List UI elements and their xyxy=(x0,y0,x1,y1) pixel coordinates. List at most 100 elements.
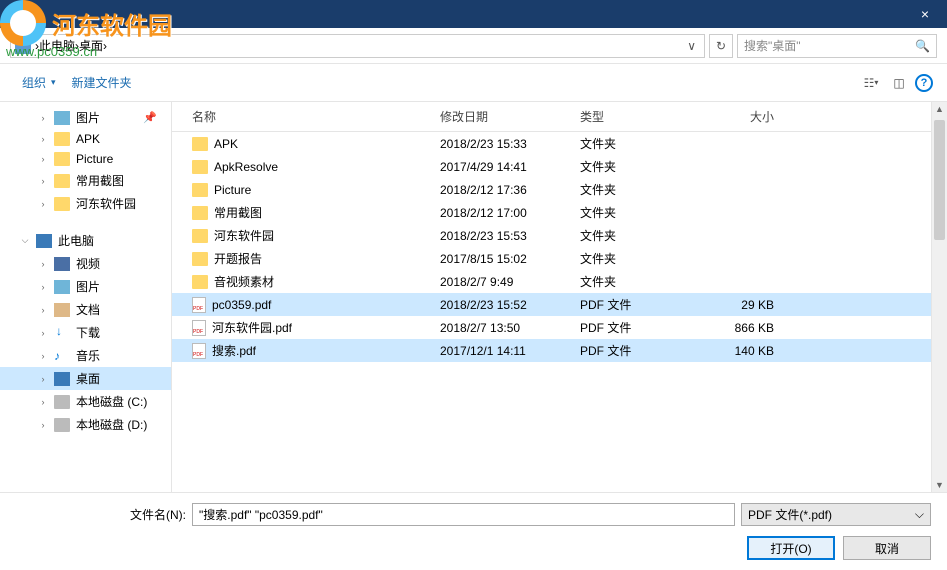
folder-icon xyxy=(54,174,70,188)
sidebar: ›图片📌›APK›Picture›常用截图›河东软件园⌵此电脑›视频›图片›文档… xyxy=(0,102,172,492)
folder-icon xyxy=(192,137,208,151)
file-type: 文件夹 xyxy=(572,181,682,198)
scroll-down-icon[interactable]: ▼ xyxy=(932,480,947,490)
search-input[interactable]: 搜索"桌面" 🔍 xyxy=(737,34,937,58)
expand-icon[interactable]: › xyxy=(38,154,48,164)
file-row[interactable]: 开题报告2017/8/15 15:02文件夹 xyxy=(172,247,931,270)
expand-icon[interactable]: › xyxy=(38,328,48,338)
pdf-icon xyxy=(192,297,206,313)
sidebar-item-此电脑[interactable]: ⌵此电脑 xyxy=(0,229,171,252)
sidebar-item-label: 下载 xyxy=(76,324,100,341)
file-type: 文件夹 xyxy=(572,227,682,244)
sidebar-item-图片[interactable]: ›图片📌 xyxy=(0,106,171,129)
sidebar-item-本地磁盘 (D:)[interactable]: ›本地磁盘 (D:) xyxy=(0,413,171,436)
sidebar-item-音乐[interactable]: ›音乐 xyxy=(0,344,171,367)
expand-icon[interactable]: › xyxy=(38,397,48,407)
col-size-header[interactable]: 大小 xyxy=(682,108,782,125)
expand-icon[interactable]: › xyxy=(38,282,48,292)
sidebar-item-Picture[interactable]: ›Picture xyxy=(0,149,171,169)
file-name: 常用截图 xyxy=(214,204,262,221)
file-list: 名称 修改日期 类型 大小 APK2018/2/23 15:33文件夹ApkRe… xyxy=(172,102,931,492)
open-button[interactable]: 打开(O) xyxy=(747,536,835,560)
expand-icon[interactable]: › xyxy=(38,374,48,384)
scroll-up-icon[interactable]: ▲ xyxy=(932,104,947,114)
file-name: 河东软件园.pdf xyxy=(212,319,292,336)
folder-icon xyxy=(192,229,208,243)
breadcrumb-root[interactable]: 此电脑 xyxy=(39,37,75,54)
scroll-thumb[interactable] xyxy=(934,120,945,240)
col-name-header[interactable]: 名称 xyxy=(172,108,432,125)
file-size: 29 KB xyxy=(682,298,782,312)
file-name: APK xyxy=(214,137,238,151)
footer: 文件名(N): PDF 文件(*.pdf)⌵ 打开(O) 取消 xyxy=(0,492,947,570)
file-type: 文件夹 xyxy=(572,135,682,152)
window-title: 打开 xyxy=(14,6,38,23)
expand-icon[interactable]: › xyxy=(38,199,48,209)
file-name: 搜索.pdf xyxy=(212,342,256,359)
expand-icon[interactable]: › xyxy=(38,176,48,186)
refresh-button[interactable]: ↻ xyxy=(709,34,733,58)
sidebar-item-常用截图[interactable]: ›常用截图 xyxy=(0,169,171,192)
sidebar-item-河东软件园[interactable]: › 河东软件园 xyxy=(0,192,171,215)
file-row[interactable]: APK2018/2/23 15:33文件夹 xyxy=(172,132,931,155)
expand-icon[interactable]: › xyxy=(38,113,48,123)
pic-icon xyxy=(54,280,70,294)
folder-icon xyxy=(192,252,208,266)
filename-label: 文件名(N): xyxy=(16,506,186,523)
sidebar-item-下载[interactable]: › 下载 xyxy=(0,321,171,344)
col-type-header[interactable]: 类型 xyxy=(572,108,682,125)
col-date-header[interactable]: 修改日期 xyxy=(432,108,572,125)
breadcrumb-dropdown[interactable]: ∨ xyxy=(683,39,700,53)
preview-pane-button[interactable]: ◫ xyxy=(887,72,911,94)
breadcrumb-sep: › xyxy=(103,39,107,53)
file-row[interactable]: 常用截图2018/2/12 17:00文件夹 xyxy=(172,201,931,224)
file-date: 2018/2/12 17:00 xyxy=(432,206,572,220)
expand-icon[interactable]: ⌵ xyxy=(20,235,30,246)
help-button[interactable]: ? xyxy=(915,74,933,92)
sidebar-item-label: 本地磁盘 (C:) xyxy=(76,393,147,410)
breadcrumb-current[interactable]: 桌面 xyxy=(79,37,103,54)
column-headers: 名称 修改日期 类型 大小 xyxy=(172,102,931,132)
file-row[interactable]: 河东软件园2018/2/23 15:53文件夹 xyxy=(172,224,931,247)
expand-icon[interactable]: › xyxy=(38,134,48,144)
breadcrumb[interactable]: › 此电脑 › 桌面 › ∨ xyxy=(10,34,705,58)
cancel-button[interactable]: 取消 xyxy=(843,536,931,560)
expand-icon[interactable]: › xyxy=(38,351,48,361)
new-folder-button[interactable]: 新建文件夹 xyxy=(64,70,140,95)
sidebar-item-桌面[interactable]: › 桌面 xyxy=(0,367,171,390)
file-row[interactable]: 河东软件园.pdf 2018/2/7 13:50PDF 文件866 KB xyxy=(172,316,931,339)
view-options-button[interactable]: ☷ ▾ xyxy=(859,72,883,94)
filename-input[interactable] xyxy=(192,503,735,526)
file-row[interactable]: 音视频素材2018/2/7 9:49文件夹 xyxy=(172,270,931,293)
pc-icon xyxy=(36,234,52,248)
file-size: 866 KB xyxy=(682,321,782,335)
sidebar-item-图片[interactable]: ›图片 xyxy=(0,275,171,298)
expand-icon[interactable]: › xyxy=(38,305,48,315)
file-row[interactable]: pc0359.pdf2018/2/23 15:52PDF 文件29 KB xyxy=(172,293,931,316)
search-icon[interactable]: 🔍 xyxy=(915,39,930,53)
sidebar-item-本地磁盘 (C:)[interactable]: › 本地磁盘 (C:) xyxy=(0,390,171,413)
scrollbar[interactable]: ▲ ▼ xyxy=(931,102,947,492)
file-date: 2017/8/15 15:02 xyxy=(432,252,572,266)
sidebar-item-label: 河东软件园 xyxy=(76,195,136,212)
expand-icon[interactable]: › xyxy=(38,259,48,269)
organize-button[interactable]: 组织▾ xyxy=(14,70,64,95)
expand-icon[interactable]: › xyxy=(38,420,48,430)
file-type: PDF 文件 xyxy=(572,319,682,336)
sidebar-item-label: 桌面 xyxy=(76,370,100,387)
file-name: 开题报告 xyxy=(214,250,262,267)
close-button[interactable]: × xyxy=(911,2,939,26)
file-date: 2018/2/12 17:36 xyxy=(432,183,572,197)
sidebar-item-文档[interactable]: › 文档 xyxy=(0,298,171,321)
filetype-select[interactable]: PDF 文件(*.pdf)⌵ xyxy=(741,503,931,526)
file-row[interactable]: 搜索.pdf2017/12/1 14:11PDF 文件140 KB xyxy=(172,339,931,362)
file-row[interactable]: Picture2018/2/12 17:36文件夹 xyxy=(172,178,931,201)
sidebar-item-视频[interactable]: ›视频 xyxy=(0,252,171,275)
file-type: 文件夹 xyxy=(572,273,682,290)
file-date: 2018/2/7 13:50 xyxy=(432,321,572,335)
music-icon xyxy=(54,349,70,363)
file-row[interactable]: ApkResolve2017/4/29 14:41文件夹 xyxy=(172,155,931,178)
sidebar-item-APK[interactable]: ›APK xyxy=(0,129,171,149)
sidebar-item-label: 文档 xyxy=(76,301,100,318)
down-icon xyxy=(54,326,70,340)
